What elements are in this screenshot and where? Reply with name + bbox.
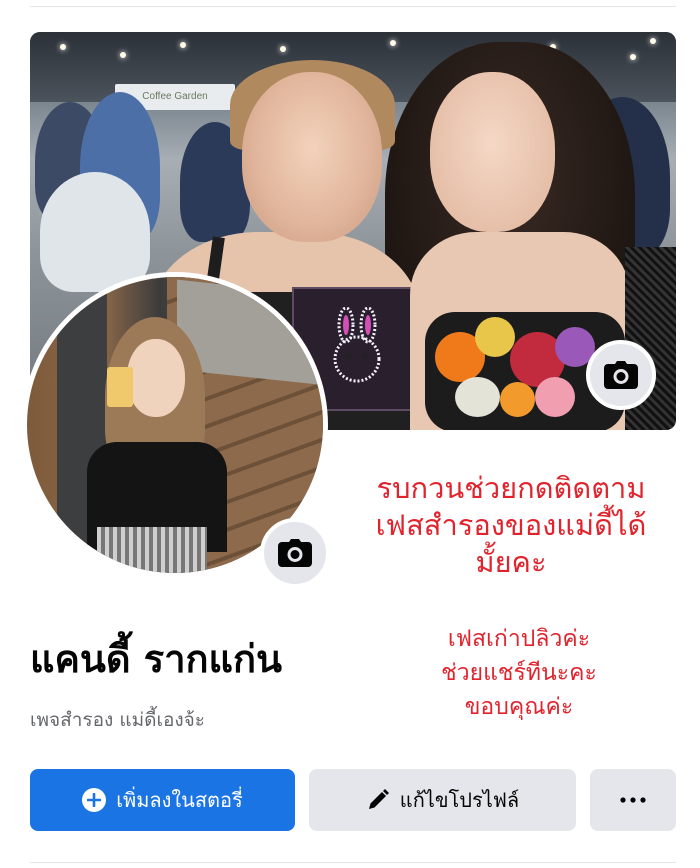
cover-camera-button[interactable] bbox=[586, 340, 656, 410]
overlay-line: เฟสสำรองของแม่ดี้ได้ bbox=[375, 508, 647, 542]
pencil-icon bbox=[366, 788, 390, 812]
profile-camera-button[interactable] bbox=[260, 518, 330, 588]
profile-name: แคนดี้ รากแก่น bbox=[30, 637, 283, 681]
profile-subtitle: เพจสำรอง แม่ดี้เองจ้ะ bbox=[30, 709, 205, 731]
overlay-line: ช่วยแชร์ทีนะคะ bbox=[441, 660, 597, 686]
more-icon bbox=[620, 797, 646, 803]
more-options-button[interactable] bbox=[590, 769, 676, 831]
edit-profile-button[interactable]: แก้ไขโปรไฟล์ bbox=[309, 769, 576, 831]
add-to-story-button[interactable]: เพิ่มลงในสตอรี่ bbox=[30, 769, 295, 831]
bottom-divider bbox=[30, 862, 676, 863]
add-to-story-label: เพิ่มลงในสตอรี่ bbox=[116, 788, 243, 812]
overlay-line: เฟสเก่าปลิวค่ะ bbox=[447, 626, 591, 652]
overlay-secondary-message: เฟสเก่าปลิวค่ะ ช่วยแชร์ทีนะคะ ขอบคุณค่ะ bbox=[388, 622, 650, 724]
top-divider bbox=[30, 6, 676, 7]
camera-icon bbox=[278, 539, 312, 567]
overlay-line: ขอบคุณค่ะ bbox=[464, 694, 574, 720]
overlay-message: รบกวนช่วยกดติดตาม เฟสสำรองของแม่ดี้ได้ ม… bbox=[338, 470, 684, 581]
person-left bbox=[242, 72, 382, 242]
edit-profile-label: แก้ไขโปรไฟล์ bbox=[399, 788, 520, 812]
person-right bbox=[430, 72, 555, 232]
overlay-line: มั้ยคะ bbox=[475, 545, 547, 579]
camera-icon bbox=[604, 361, 638, 389]
plus-circle-icon bbox=[82, 788, 107, 812]
bunny-icon bbox=[333, 307, 381, 383]
overlay-line: รบกวนช่วยกดติดตาม bbox=[376, 471, 646, 505]
